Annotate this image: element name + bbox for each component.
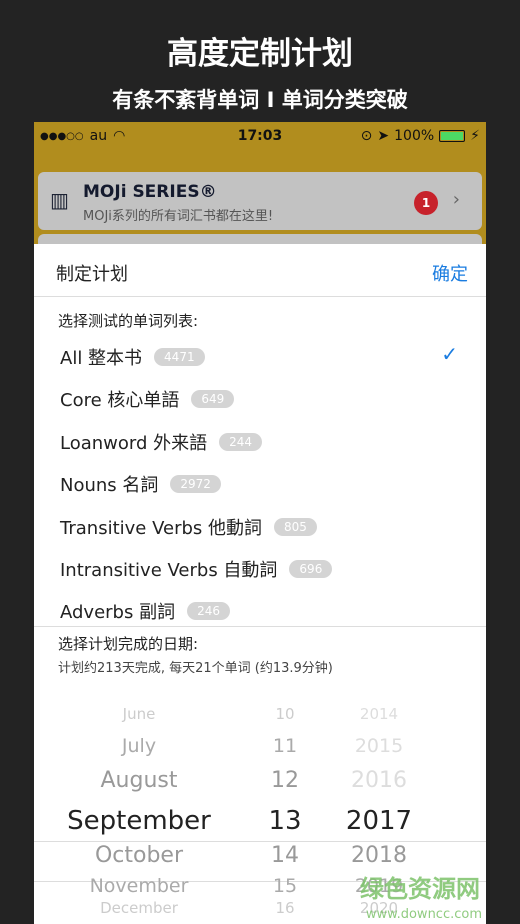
- picker-day[interactable]: 16: [252, 899, 318, 917]
- picker-year[interactable]: 2016: [334, 768, 424, 793]
- picker-day[interactable]: 12: [252, 768, 318, 793]
- moji-series-banner[interactable]: ▥ MOJi SERIES® MOJi系列的所有词汇书都在这里! 1 ›: [38, 172, 482, 230]
- item-label: Loanword 外来語: [60, 432, 208, 454]
- status-bar: ●●●○○ au ◠ 17:03 ⊙ ➤ 100% ⚡: [40, 126, 480, 146]
- picker-year[interactable]: 2017: [334, 806, 424, 836]
- promo-subtitle: 有条不紊背单词 I 单词分类突破: [112, 88, 408, 112]
- count-badge: 2972: [170, 475, 221, 494]
- word-list-item[interactable]: Adverbs 副詞 246: [60, 596, 230, 626]
- picker-day[interactable]: 11: [252, 735, 318, 757]
- picker-day[interactable]: 10: [252, 705, 318, 723]
- date-label: 选择计划完成的日期:: [58, 635, 199, 653]
- word-list-item[interactable]: Core 核心单語 649: [60, 384, 235, 414]
- picker-day[interactable]: 14: [252, 843, 318, 868]
- picker-month[interactable]: December: [64, 899, 214, 917]
- phone-screen: ●●●○○ au ◠ 17:03 ⊙ ➤ 100% ⚡ ▥ MOJi SERIE…: [34, 122, 486, 924]
- picker-month[interactable]: August: [64, 768, 214, 793]
- item-label: Nouns 名詞: [60, 475, 159, 497]
- item-label: All 整本书: [60, 348, 143, 369]
- item-label: Transitive Verbs 他動詞: [60, 517, 262, 539]
- promo-title: 高度定制计划: [167, 36, 353, 72]
- picker-month[interactable]: November: [64, 875, 214, 897]
- picker-day[interactable]: 15: [252, 875, 318, 897]
- item-label: Core 核心单語: [60, 390, 180, 412]
- sheet-nav: 制定计划 确定: [34, 244, 486, 297]
- books-icon: ▥: [50, 188, 69, 212]
- word-list-item[interactable]: Transitive Verbs 他動詞 805: [60, 512, 317, 542]
- picker-year[interactable]: 2018: [334, 843, 424, 868]
- picker-year[interactable]: 2014: [334, 705, 424, 723]
- date-hint: 计划约213天完成, 每天21个单词 (约13.9分钟): [58, 661, 333, 676]
- word-list-item[interactable]: All 整本书 4471: [60, 342, 205, 372]
- word-list-item[interactable]: Loanword 外来語 244: [60, 427, 263, 457]
- checkmark-icon: ✓: [441, 342, 458, 366]
- sheet-title: 制定计划: [56, 264, 128, 285]
- clock: 17:03: [237, 128, 283, 144]
- picker-year[interactable]: 2015: [334, 735, 424, 757]
- count-badge: 246: [187, 602, 230, 621]
- picker-month[interactable]: October: [64, 843, 214, 868]
- plan-sheet: 制定计划 确定 选择测试的单词列表: All 整本书 4471 ✓ Core 核心单語…: [34, 244, 486, 924]
- picker-month[interactable]: June: [64, 705, 214, 723]
- word-list-item[interactable]: Intransitive Verbs 自動詞 696: [60, 554, 333, 584]
- list-label: 选择测试的单词列表:: [58, 312, 199, 330]
- picker-day[interactable]: 13: [252, 806, 318, 836]
- count-badge: 244: [219, 432, 263, 451]
- count-badge: 649: [191, 390, 235, 409]
- notification-badge: 1: [414, 191, 438, 215]
- item-label: Intransitive Verbs 自動詞: [60, 560, 278, 581]
- item-label: Adverbs 副詞: [60, 602, 176, 624]
- word-list-item[interactable]: Nouns 名詞 2972: [60, 469, 221, 499]
- banner-title: MOJi SERIES®: [83, 182, 217, 202]
- count-badge: 4471: [154, 348, 205, 366]
- confirm-button[interactable]: 确定: [432, 260, 468, 286]
- count-badge: 805: [274, 517, 317, 536]
- banner-subtitle: MOJi系列的所有词汇书都在这里!: [83, 209, 274, 224]
- chevron-right-icon: ›: [452, 189, 460, 210]
- count-badge: 696: [289, 560, 333, 578]
- picker-month[interactable]: July: [64, 735, 214, 757]
- watermark: 绿色资源网: [360, 875, 480, 903]
- watermark-url: www.downcc.com: [365, 907, 482, 922]
- picker-month[interactable]: September: [64, 806, 214, 836]
- app-header: ●●●○○ au ◠ 17:03 ⊙ ➤ 100% ⚡ ▥ MOJi SERIE…: [34, 122, 486, 254]
